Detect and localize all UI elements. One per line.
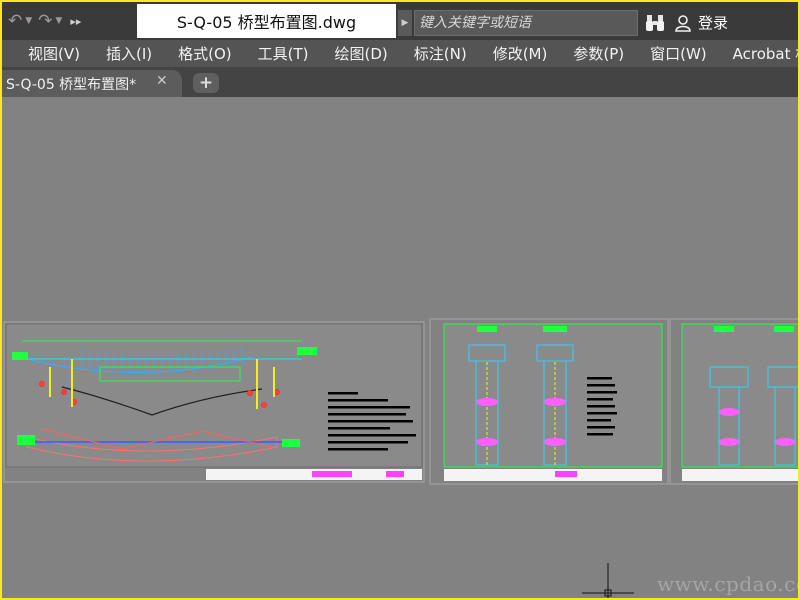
binoculars-icon[interactable] bbox=[645, 13, 665, 33]
user-icon bbox=[675, 14, 691, 32]
close-icon[interactable]: ✕ bbox=[156, 73, 168, 89]
menu-window[interactable]: 窗口(W) bbox=[650, 43, 707, 64]
sheet-pier-details-2 bbox=[669, 318, 798, 485]
document-title: S-Q-05 桥型布置图.dwg bbox=[176, 13, 357, 32]
sheet-pier-details bbox=[429, 318, 669, 485]
new-tab-button[interactable]: + bbox=[193, 73, 219, 93]
sheet-bridge-layout bbox=[3, 321, 425, 483]
redo-dropdown-icon[interactable]: ▼ bbox=[55, 16, 62, 26]
document-tab-bar: S-Q-05 桥型布置图* ✕ + bbox=[2, 67, 798, 97]
menu-insert[interactable]: 插入(I) bbox=[106, 43, 152, 64]
menu-view[interactable]: 视图(V) bbox=[28, 43, 80, 64]
undo-icon[interactable]: ↶ bbox=[8, 11, 22, 31]
undo-dropdown-icon[interactable]: ▼ bbox=[25, 16, 32, 26]
menu-format[interactable]: 格式(O) bbox=[178, 43, 232, 64]
app-window: ↶ ▼ ↷ ▼ ▸▸ S-Q-05 桥型布置图.dwg ▶ 登录 bbox=[0, 0, 800, 600]
expand-toolbar-icon[interactable]: ▸▸ bbox=[70, 15, 81, 28]
menu-dimension[interactable]: 标注(N) bbox=[414, 43, 467, 64]
menu-parameters[interactable]: 参数(P) bbox=[573, 43, 624, 64]
document-tab-label: S-Q-05 桥型布置图* bbox=[6, 76, 137, 93]
document-title-box: S-Q-05 桥型布置图.dwg bbox=[137, 4, 396, 38]
menu-bar: 视图(V) 插入(I) 格式(O) 工具(T) 绘图(D) 标注(N) 修改(M… bbox=[2, 40, 798, 67]
menu-tools[interactable]: 工具(T) bbox=[258, 43, 309, 64]
drawing-sheets bbox=[3, 318, 798, 598]
drawing-canvas[interactable] bbox=[2, 97, 798, 598]
login-label: 登录 bbox=[698, 14, 729, 32]
crosshair-cursor bbox=[582, 563, 634, 598]
menu-modify[interactable]: 修改(M) bbox=[493, 43, 548, 64]
document-tab[interactable]: S-Q-05 桥型布置图* bbox=[2, 70, 182, 97]
redo-icon[interactable]: ↷ bbox=[38, 11, 52, 31]
menu-acrobat[interactable]: Acrobat 格 bbox=[733, 43, 798, 64]
login-button[interactable]: 登录 bbox=[674, 12, 728, 33]
search-box[interactable] bbox=[414, 10, 638, 36]
watermark: www.cpdao.com bbox=[657, 572, 798, 596]
search-expand-icon[interactable]: ▶ bbox=[398, 10, 412, 36]
title-bar: ↶ ▼ ↷ ▼ ▸▸ S-Q-05 桥型布置图.dwg ▶ 登录 bbox=[2, 2, 798, 40]
search-input[interactable] bbox=[415, 11, 637, 35]
menu-draw[interactable]: 绘图(D) bbox=[335, 43, 388, 64]
quick-access-toolbar: ↶ ▼ ↷ ▼ ▸▸ bbox=[2, 8, 81, 34]
